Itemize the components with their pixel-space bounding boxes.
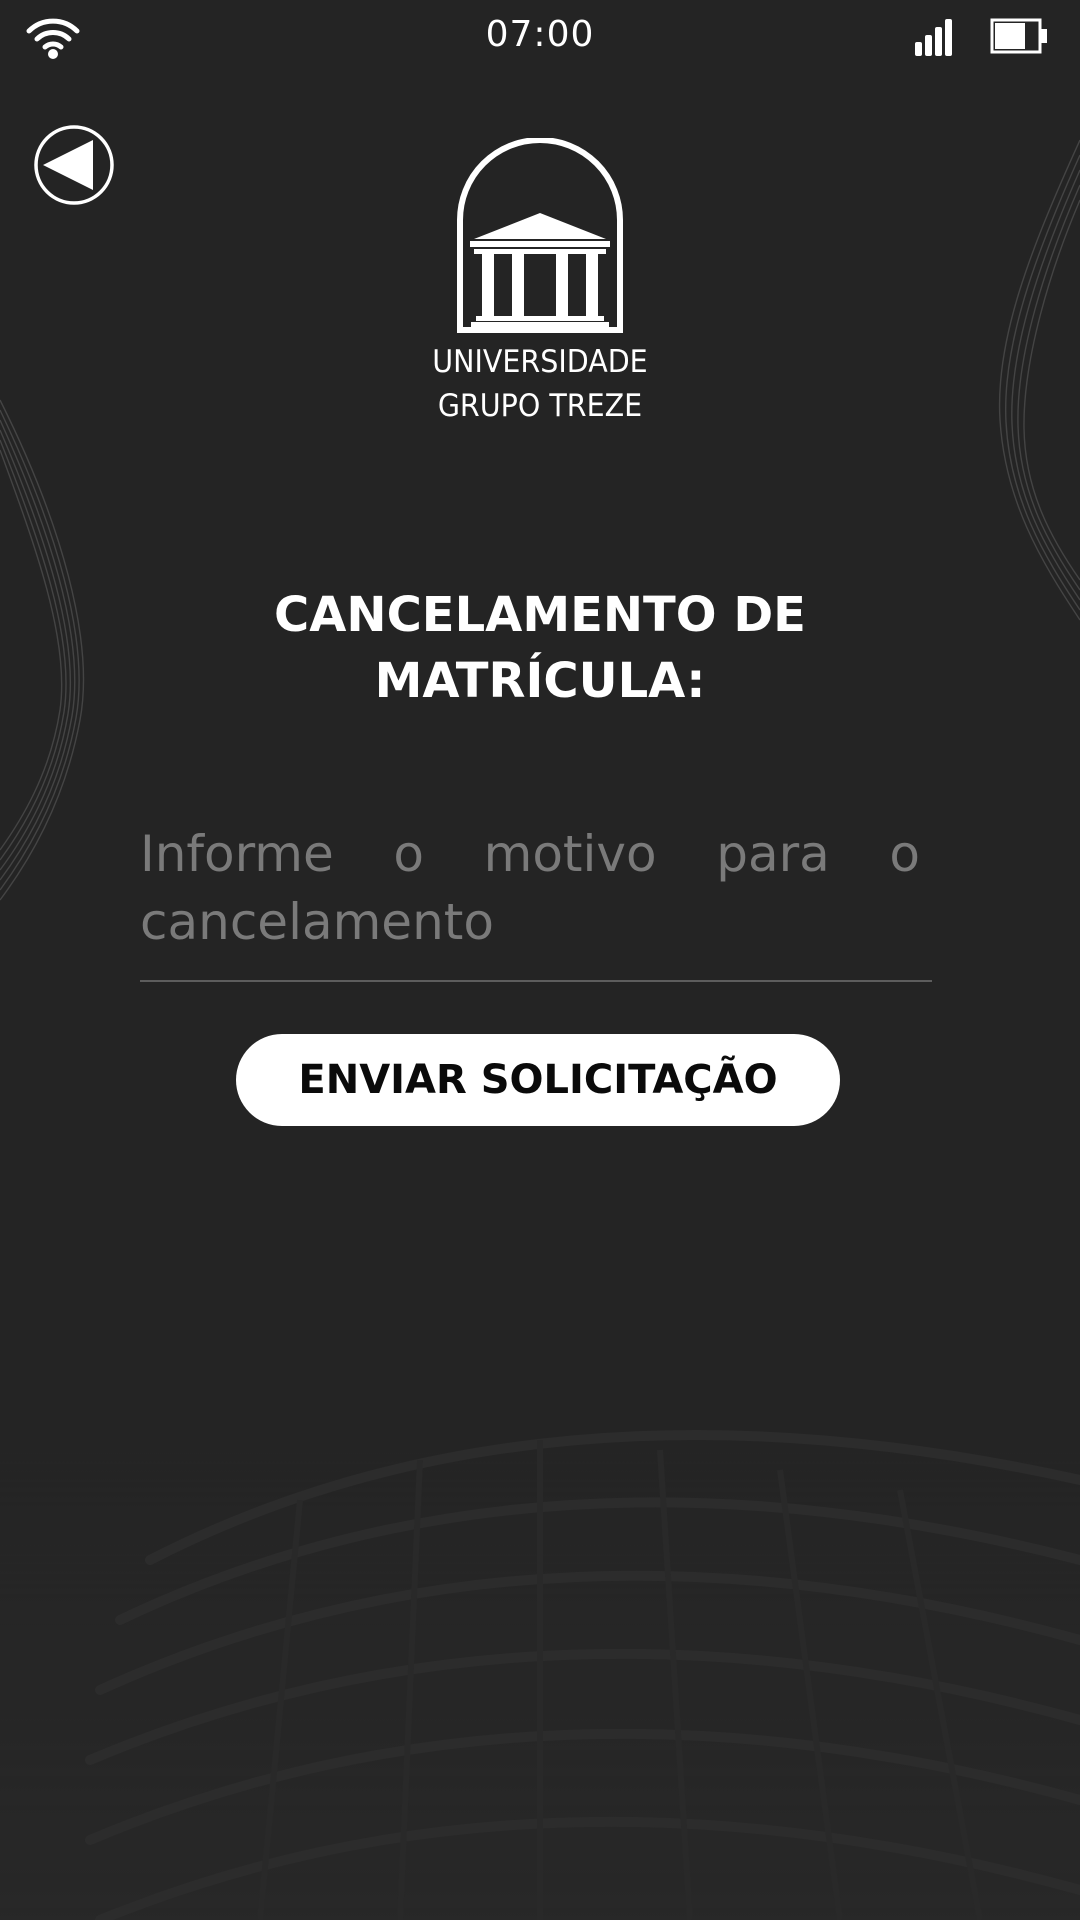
input-underline [140, 980, 932, 982]
logo-text-university: UNIVERSIDADE [432, 344, 648, 380]
cancel-enrollment-screen: 07:00 UNIVERSIDADE GRUPO TREZE CANCELAME… [0, 0, 1080, 1920]
submit-request-button[interactable]: ENVIAR SOLICITAÇÃO [236, 1034, 840, 1126]
back-arrow-icon [34, 125, 114, 205]
page-title-line-1: CANCELAMENTO DE [274, 587, 806, 643]
signal-icon [915, 19, 952, 56]
university-building-icon [457, 138, 623, 333]
submit-request-label: ENVIAR SOLICITAÇÃO [298, 1057, 778, 1103]
reason-placeholder-text: Informe o motivo para o cancelamento [140, 825, 920, 951]
battery-icon [990, 18, 1047, 54]
page-title: CANCELAMENTO DE MATRÍCULA: [120, 582, 960, 714]
status-bar: 07:00 [0, 0, 1080, 74]
cancellation-reason-input[interactable]: Informe o motivo para o cancelamento [140, 820, 932, 982]
right-wave-decoration [998, 139, 1080, 621]
auditorium-seats-decoration [0, 1380, 1080, 1920]
logo-text-group: GRUPO TREZE [437, 388, 643, 424]
left-wave-decoration [0, 399, 85, 901]
page-title-line-2: MATRÍCULA: [374, 653, 706, 709]
back-button[interactable] [33, 124, 115, 206]
